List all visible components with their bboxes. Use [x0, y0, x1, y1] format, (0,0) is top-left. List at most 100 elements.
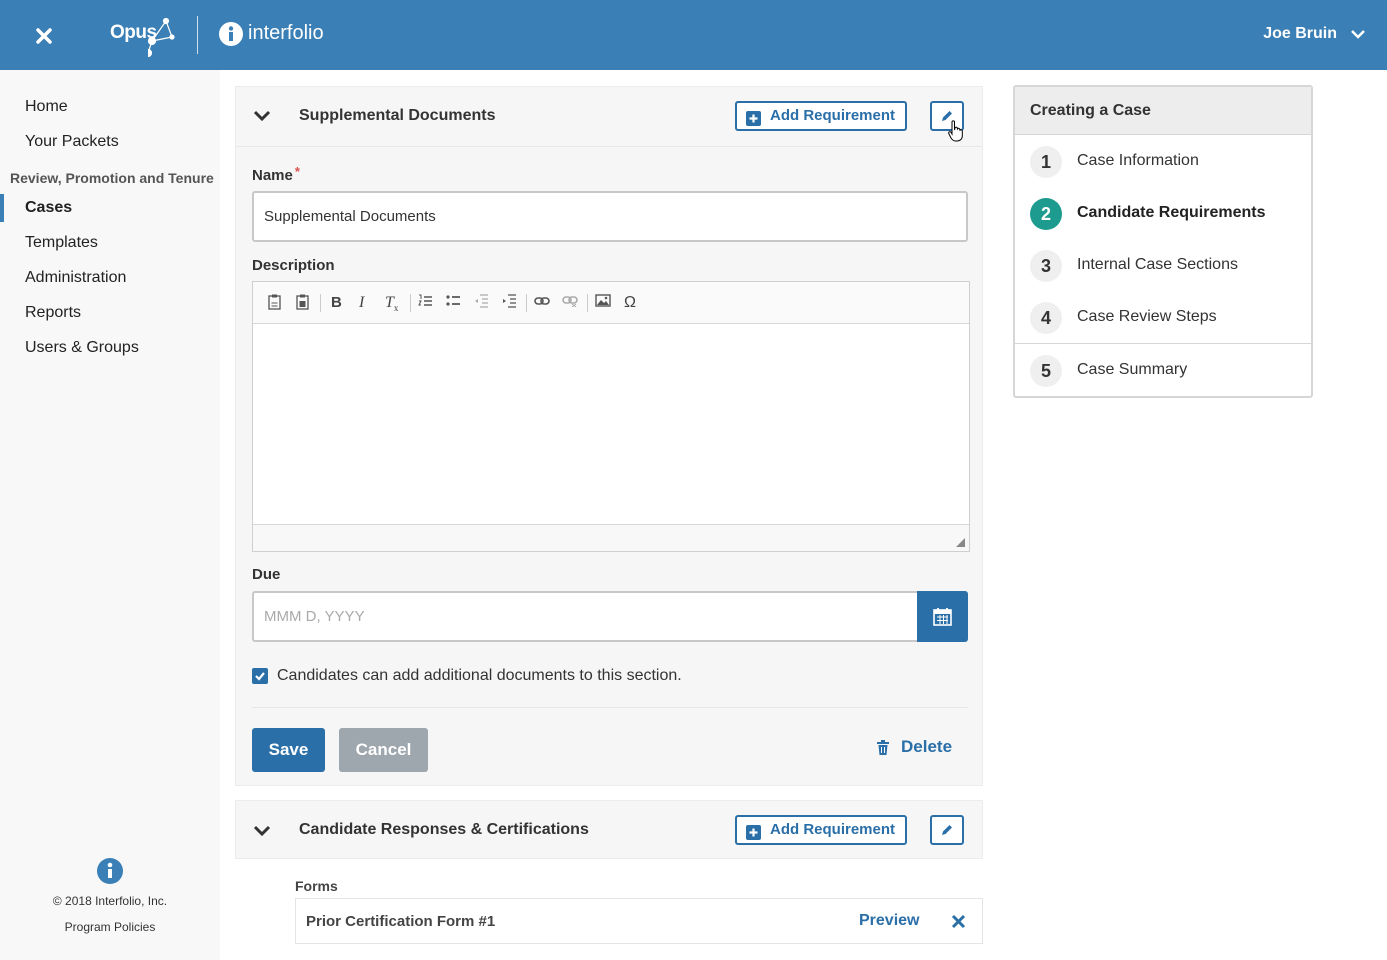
toolbar-separator [320, 294, 321, 312]
unlink-icon[interactable] [562, 294, 578, 310]
hand-cursor-icon [948, 120, 964, 149]
italic-icon[interactable]: I [359, 294, 364, 312]
toolbar-separator [587, 294, 588, 312]
brand-name: interfolio [248, 22, 324, 44]
close-icon[interactable] [30, 22, 58, 50]
step-number: 3 [1030, 250, 1062, 282]
collapse-chevron-icon[interactable] [253, 824, 271, 843]
step-internal-case-sections[interactable]: 3 Internal Case Sections [1015, 240, 1311, 292]
due-label: Due [252, 566, 281, 583]
sidebar-group-label: Review, Promotion and Tenure [10, 170, 214, 186]
description-editor: B I Tx Ω [252, 281, 970, 552]
step-label: Case Information [1077, 152, 1199, 169]
calendar-button[interactable] [917, 591, 968, 642]
special-char-icon[interactable]: Ω [624, 294, 636, 312]
remove-form-icon[interactable] [951, 914, 966, 934]
save-button[interactable]: Save [252, 728, 325, 772]
step-label: Internal Case Sections [1077, 256, 1238, 273]
sidebar-item-home[interactable]: Home [25, 98, 68, 116]
candidate-responses-panel: Candidate Responses & Certifications Add… [235, 800, 983, 859]
description-label: Description [252, 257, 335, 274]
add-requirement-button[interactable]: Add Requirement [735, 815, 908, 845]
toolbar-separator [410, 294, 411, 312]
paste-word-icon[interactable] [295, 294, 310, 313]
sidebar: Home Your Packets Review, Promotion and … [0, 70, 220, 960]
resize-grip-icon[interactable] [956, 538, 965, 547]
step-case-information[interactable]: 1 Case Information [1015, 136, 1311, 188]
plus-square-icon [746, 823, 761, 840]
plus-square-icon [746, 109, 761, 126]
active-indicator [0, 194, 4, 222]
form-name: Prior Certification Form #1 [306, 913, 496, 930]
step-case-summary[interactable]: 5 Case Summary [1015, 345, 1311, 397]
sidebar-item-templates[interactable]: Templates [25, 234, 98, 252]
indent-icon[interactable] [502, 294, 517, 311]
required-asterisk: * [294, 164, 300, 179]
sidebar-item-administration[interactable]: Administration [25, 269, 126, 287]
program-policies-link[interactable]: Program Policies [0, 920, 220, 934]
step-label: Case Summary [1077, 361, 1188, 378]
add-requirement-label: Add Requirement [770, 107, 896, 124]
panel-header: Supplemental Documents Add Requirement [236, 87, 982, 147]
steps-title: Creating a Case [1030, 102, 1151, 119]
top-bar: Opus interfolio Joe Bruin [0, 0, 1387, 70]
section-title: Candidate Responses & Certifications [299, 821, 589, 838]
step-candidate-requirements[interactable]: 2 Candidate Requirements [1015, 188, 1311, 240]
add-requirement-label: Add Requirement [770, 821, 896, 838]
collapse-chevron-icon[interactable] [253, 109, 271, 128]
checkmark-icon [255, 672, 265, 681]
step-case-review-steps[interactable]: 4 Case Review Steps [1015, 292, 1311, 344]
divider [252, 707, 968, 708]
case-steps-card: Creating a Case 1 Case Information 2 Can… [1013, 85, 1313, 398]
toolbar-separator [526, 294, 527, 312]
preview-link[interactable]: Preview [859, 912, 919, 930]
interfolio-info-icon [219, 22, 243, 46]
step-number: 4 [1030, 302, 1062, 334]
step-label: Case Review Steps [1077, 308, 1217, 325]
outdent-icon[interactable] [474, 294, 489, 311]
steps-header: Creating a Case [1015, 87, 1311, 135]
pencil-icon [942, 825, 952, 835]
step-label: Candidate Requirements [1077, 204, 1266, 221]
editor-status-bar [253, 524, 969, 551]
paste-icon[interactable] [267, 294, 282, 313]
step-number: 5 [1030, 355, 1062, 387]
name-label: Name * [252, 164, 300, 184]
calendar-icon [933, 608, 952, 626]
delete-button[interactable]: Delete [876, 737, 952, 757]
bold-icon[interactable]: B [331, 294, 342, 311]
forms-label: Forms [295, 878, 338, 894]
trash-icon [877, 740, 889, 755]
editor-toolbar: B I Tx Ω [253, 282, 969, 324]
step-number: 2 [1030, 198, 1062, 230]
due-date-input[interactable]: MMM D, YYYY [252, 591, 919, 642]
cancel-button[interactable]: Cancel [339, 728, 428, 772]
remove-format-icon[interactable]: Tx [385, 294, 398, 313]
section-title: Supplemental Documents [299, 107, 496, 124]
name-field[interactable]: Supplemental Documents [252, 191, 968, 242]
sidebar-item-cases[interactable]: Cases [25, 199, 72, 217]
edit-section-button[interactable] [930, 815, 964, 845]
network-logo-icon [143, 15, 176, 62]
image-icon[interactable] [595, 294, 611, 310]
additional-docs-checkbox[interactable] [252, 668, 268, 684]
info-icon [97, 858, 123, 884]
link-icon[interactable] [534, 294, 550, 310]
add-requirement-button[interactable]: Add Requirement [735, 101, 908, 131]
sidebar-item-your-packets[interactable]: Your Packets [25, 133, 119, 151]
step-number: 1 [1030, 146, 1062, 178]
sidebar-item-reports[interactable]: Reports [25, 304, 81, 322]
checkbox-label: Candidates can add additional documents … [277, 667, 682, 684]
form-row: Prior Certification Form #1 Preview [295, 898, 983, 944]
delete-label: Delete [901, 737, 953, 756]
header-divider [197, 16, 198, 54]
numbered-list-icon[interactable] [418, 294, 433, 311]
steps-divider [1015, 343, 1311, 344]
user-menu[interactable]: Joe Bruin [1263, 25, 1337, 43]
chevron-down-icon[interactable] [1351, 26, 1365, 47]
sidebar-item-users-groups[interactable]: Users & Groups [25, 339, 139, 357]
copyright: © 2018 Interfolio, Inc. [52, 894, 168, 908]
supplemental-documents-panel: Supplemental Documents Add Requirement N… [235, 86, 983, 786]
description-textarea[interactable] [253, 325, 969, 524]
bulleted-list-icon[interactable] [446, 294, 461, 311]
